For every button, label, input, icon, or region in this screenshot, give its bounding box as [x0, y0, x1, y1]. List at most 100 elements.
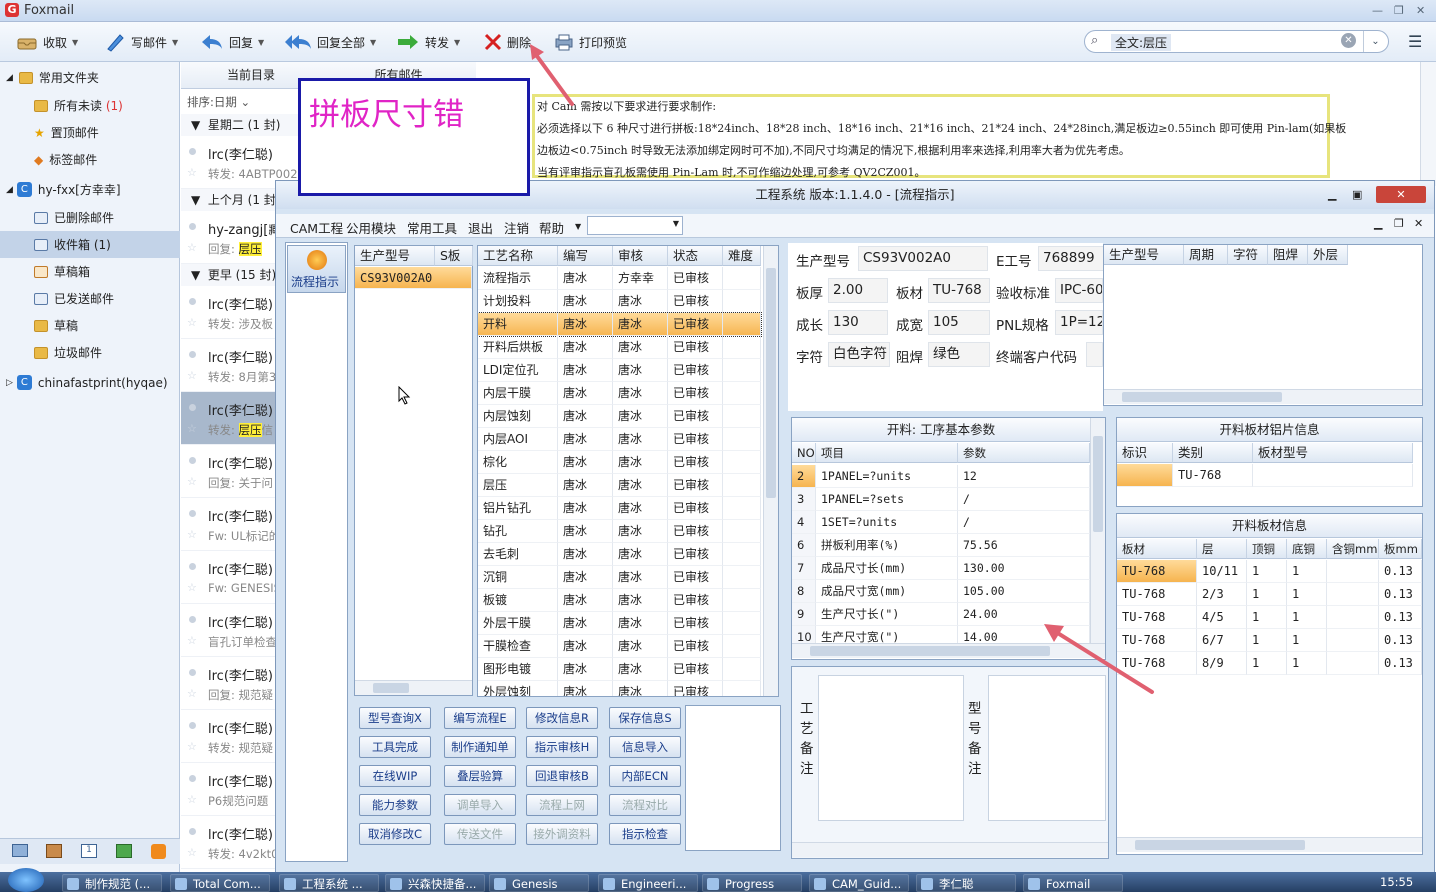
- star-icon[interactable]: ☆: [187, 793, 197, 806]
- column-header[interactable]: 项目: [816, 443, 958, 463]
- column-header[interactable]: 层: [1197, 539, 1247, 559]
- customer-code-field[interactable]: [1086, 342, 1103, 367]
- table-row[interactable]: 铝片钻孔 唐冰 唐冰 已审核: [478, 497, 761, 520]
- action-button[interactable]: 工具完成: [359, 736, 431, 758]
- column-header[interactable]: 难度: [723, 246, 761, 266]
- horizontal-scrollbar[interactable]: [792, 842, 1108, 857]
- column-header[interactable]: 生产型号: [355, 246, 435, 266]
- action-button[interactable]: 制作通知单: [444, 736, 516, 758]
- folder-deleted[interactable]: 已删除邮件: [0, 204, 180, 231]
- expand-icon[interactable]: ▷: [6, 378, 13, 388]
- column-header[interactable]: 底铜: [1287, 539, 1327, 559]
- column-header[interactable]: 标识: [1117, 443, 1173, 463]
- table-row[interactable]: 计划投料 唐冰 唐冰 已审核: [478, 290, 761, 313]
- star-icon[interactable]: ☆: [187, 422, 197, 435]
- table-row[interactable]: 7 成品尺寸长(mm) 130.00: [792, 557, 1090, 580]
- column-header[interactable]: 板材: [1117, 539, 1197, 559]
- taskbar-item[interactable]: 工程系统 ...: [279, 874, 379, 892]
- action-button[interactable]: 在线WIP: [359, 765, 431, 787]
- reply-button[interactable]: 回复 ▼: [200, 30, 264, 54]
- column-header[interactable]: 状态: [668, 246, 723, 266]
- menu-item-tools[interactable]: 常用工具: [407, 218, 457, 237]
- horizontal-scrollbar[interactable]: [355, 680, 472, 695]
- folder-group-common[interactable]: ◢ 常用文件夹: [0, 64, 180, 91]
- vertical-scrollbar[interactable]: [763, 246, 778, 696]
- menu-icon[interactable]: ☰: [1408, 32, 1422, 51]
- vertical-scrollbar[interactable]: [1090, 418, 1105, 643]
- column-header[interactable]: 字符: [1228, 245, 1268, 265]
- folder-drafts[interactable]: 草稿箱: [0, 258, 180, 285]
- minimize-icon[interactable]: —: [1372, 4, 1383, 17]
- close-icon[interactable]: ✕: [1416, 4, 1425, 17]
- menu-item-public[interactable]: 公用模块: [346, 218, 396, 237]
- forward-button[interactable]: 转发 ▼: [396, 30, 460, 54]
- action-button[interactable]: 调单导入: [444, 794, 516, 816]
- account-hy-fxx[interactable]: ◢ Chy-fxx[方幸幸]: [0, 176, 180, 203]
- scroll-thumb[interactable]: [766, 268, 776, 498]
- column-header[interactable]: 周期: [1184, 245, 1228, 265]
- table-row[interactable]: 内层干膜 唐冰 唐冰 已审核: [478, 382, 761, 405]
- table-row[interactable]: 板镀 唐冰 唐冰 已审核: [478, 589, 761, 612]
- part-no-field[interactable]: CS93V002A0: [858, 246, 988, 271]
- table-row[interactable]: 层压 唐冰 唐冰 已审核: [478, 474, 761, 497]
- column-header[interactable]: 审核: [613, 246, 668, 266]
- scroll-thumb[interactable]: [373, 683, 409, 693]
- mail-icon[interactable]: [12, 844, 28, 857]
- table-row[interactable]: TU-768 6/7 1 1 0.13: [1117, 629, 1422, 652]
- action-button[interactable]: 型号查询X: [359, 707, 431, 729]
- scroll-thumb[interactable]: [1122, 392, 1282, 402]
- account-chinafastprint[interactable]: ▷ Cchinafastprint(hyqae): [0, 369, 180, 396]
- table-row[interactable]: TU-768: [1117, 464, 1422, 487]
- table-row[interactable]: TU-768 4/5 1 1 0.13: [1117, 606, 1422, 629]
- mdi-close-icon[interactable]: ✕: [1414, 217, 1423, 230]
- folder-tagged[interactable]: ◆ 标签邮件: [0, 146, 180, 173]
- close-icon[interactable]: ✕: [1376, 186, 1426, 203]
- column-header[interactable]: 编写: [558, 246, 613, 266]
- folder-unread[interactable]: 所有未读 (1): [0, 92, 180, 119]
- table-row[interactable]: 4 1SET=?units /: [792, 511, 1090, 534]
- silkscreen-field[interactable]: 白色字符: [828, 342, 890, 367]
- taskbar-item[interactable]: 兴森快捷备...: [385, 874, 485, 892]
- taskbar-item[interactable]: CAM_Guid...: [809, 874, 909, 892]
- action-button[interactable]: 流程上网: [526, 794, 598, 816]
- taskbar-item[interactable]: Genesis: [489, 874, 589, 892]
- scroll-thumb[interactable]: [810, 646, 1050, 656]
- action-button[interactable]: 内部ECN: [609, 765, 681, 787]
- action-button[interactable]: 流程对比: [609, 794, 681, 816]
- std-field[interactable]: IPC-60: [1055, 278, 1103, 303]
- taskbar-item[interactable]: Progress: [702, 874, 802, 892]
- table-row[interactable]: 内层AOI 唐冰 唐冰 已审核: [478, 428, 761, 451]
- column-header[interactable]: 板mm: [1379, 539, 1422, 559]
- table-row[interactable]: 外层蚀刻 唐冰 唐冰 已审核: [478, 681, 761, 696]
- column-header[interactable]: 含铜mm: [1327, 539, 1379, 559]
- horizontal-scrollbar[interactable]: [1104, 389, 1422, 404]
- calendar-icon[interactable]: 1: [81, 844, 97, 858]
- star-icon[interactable]: ☆: [187, 846, 197, 859]
- taskbar-item[interactable]: Total Com...: [170, 874, 270, 892]
- taskbar-item[interactable]: Engineeri...: [598, 874, 698, 892]
- action-button[interactable]: 能力参数: [359, 794, 431, 816]
- folder-starred[interactable]: ★ 置顶邮件: [0, 119, 180, 146]
- table-row[interactable]: 干膜检查 唐冰 唐冰 已审核: [478, 635, 761, 658]
- action-button[interactable]: 传送文件: [444, 823, 516, 845]
- scroll-thumb[interactable]: [1135, 840, 1305, 850]
- table-row[interactable]: LDI定位孔 唐冰 唐冰 已审核: [478, 359, 761, 382]
- table-row[interactable]: 图形电镀 唐冰 唐冰 已审核: [478, 658, 761, 681]
- table-row[interactable]: 流程指示 唐冰 方幸幸 已审核: [478, 267, 761, 290]
- table-row[interactable]: 8 成品尺寸宽(mm) 105.00: [792, 580, 1090, 603]
- table-row[interactable]: TU-768 2/3 1 1 0.13: [1117, 583, 1422, 606]
- star-icon[interactable]: ☆: [187, 687, 197, 700]
- note-box[interactable]: [685, 705, 781, 851]
- column-header[interactable]: 板材型号: [1253, 443, 1413, 463]
- contacts-icon[interactable]: [46, 844, 62, 858]
- menu-item-exit[interactable]: 退出: [468, 218, 493, 237]
- table-row[interactable]: 开料后烘板 唐冰 唐冰 已审核: [478, 336, 761, 359]
- width-field[interactable]: 105: [928, 310, 990, 335]
- table-row[interactable]: 去毛刺 唐冰 唐冰 已审核: [478, 543, 761, 566]
- table-row[interactable]: 2 1PANEL=?units 12: [792, 465, 1090, 488]
- horizontal-scrollbar[interactable]: [1117, 837, 1422, 852]
- receive-button[interactable]: 收取 ▼: [16, 30, 78, 54]
- folder-junk[interactable]: 垃圾邮件: [0, 339, 180, 366]
- star-icon[interactable]: ☆: [187, 634, 197, 647]
- star-icon[interactable]: ☆: [187, 475, 197, 488]
